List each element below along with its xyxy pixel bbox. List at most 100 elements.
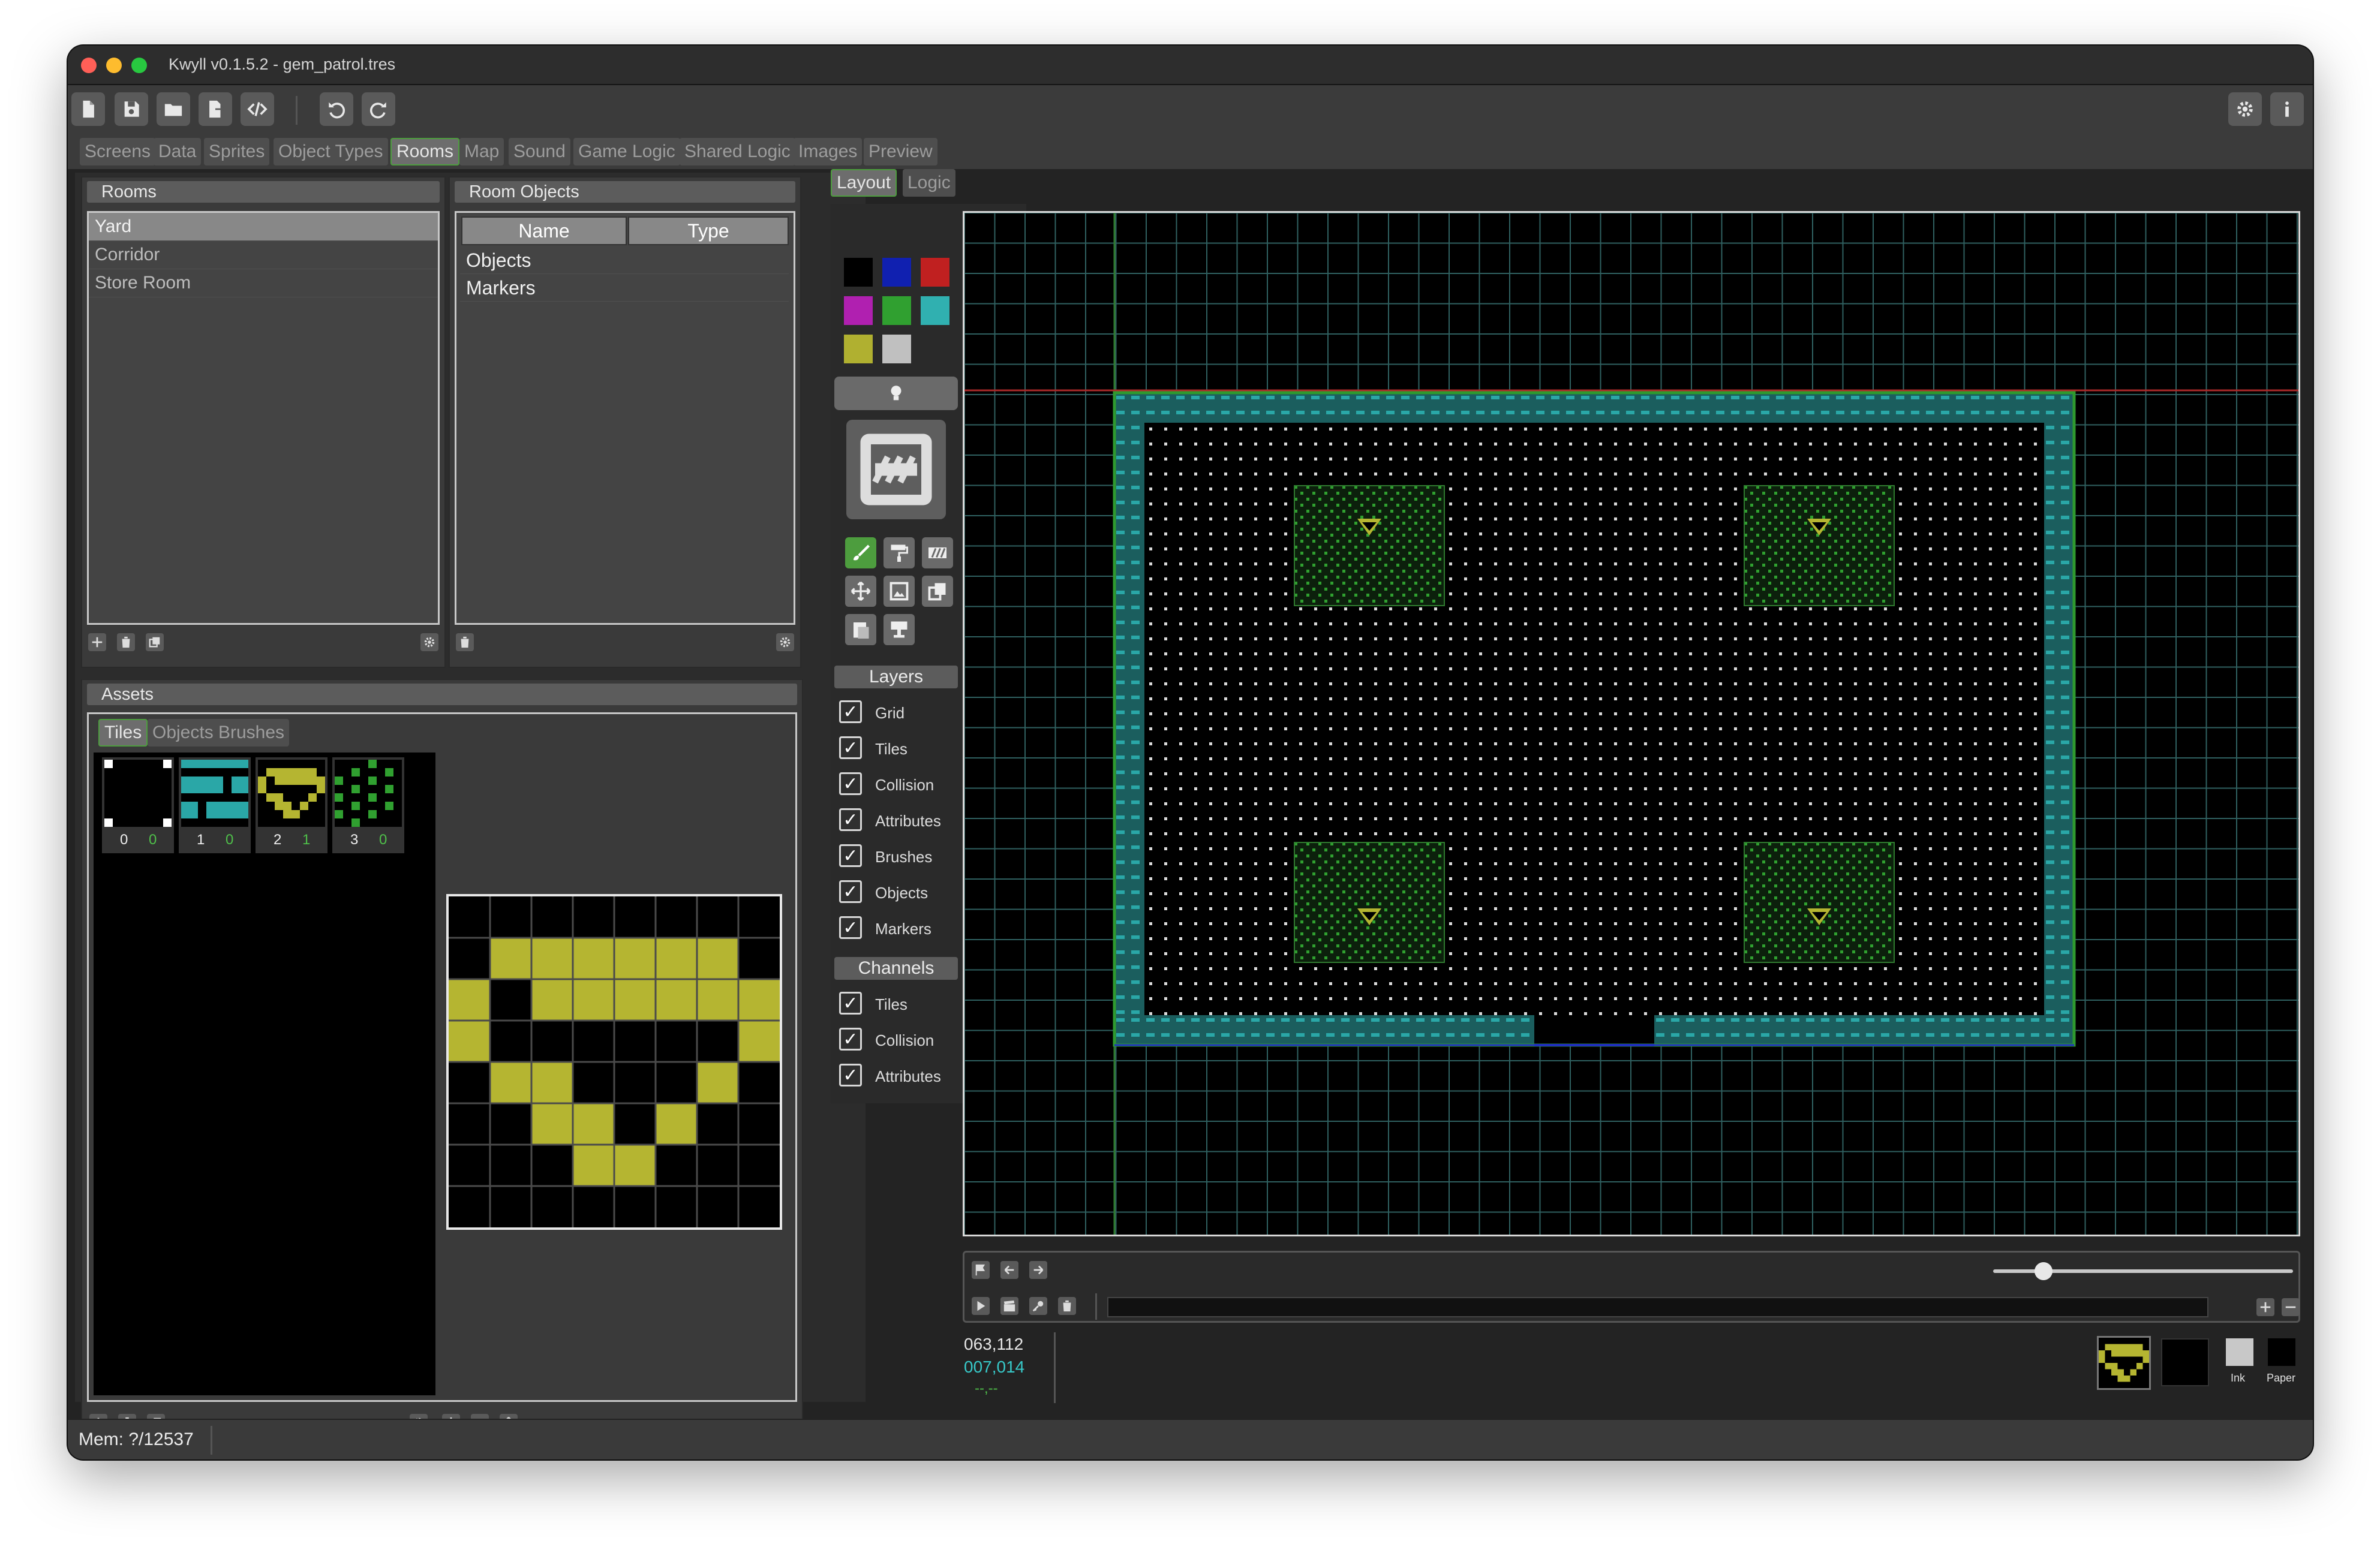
tab-object-types[interactable]: Object Types xyxy=(274,138,388,165)
next-button[interactable] xyxy=(1029,1261,1047,1279)
layer-grid-checkbox[interactable]: ✓ xyxy=(839,700,862,723)
fill-tool-button[interactable] xyxy=(884,537,915,568)
tile-item-1[interactable]: 1 0 xyxy=(179,757,251,853)
layer-markers-checkbox[interactable]: ✓ xyxy=(839,916,862,939)
duplicate-room-button[interactable] xyxy=(146,633,164,651)
palette-swatch-black[interactable] xyxy=(844,258,873,287)
room-canvas[interactable] xyxy=(963,211,2300,1236)
undo-button[interactable] xyxy=(320,92,353,126)
settings-button[interactable] xyxy=(2228,92,2262,126)
bright-toggle-button[interactable] xyxy=(834,377,958,410)
brush-preview[interactable] xyxy=(846,420,946,519)
ink-colour-swatch[interactable] xyxy=(2226,1338,2253,1366)
layer-tiles-checkbox[interactable]: ✓ xyxy=(839,736,862,759)
room-item-yard[interactable]: Yard xyxy=(89,213,438,241)
gem-tile-pixels[interactable] xyxy=(449,896,780,1227)
column-header-name[interactable]: Name xyxy=(461,216,627,245)
tab-map[interactable]: Map xyxy=(459,138,504,165)
palette-swatch-green[interactable] xyxy=(882,296,911,325)
palette-swatch-cyan[interactable] xyxy=(921,296,949,325)
tab-screens[interactable]: Screens xyxy=(80,138,156,165)
layer-collision-checkbox[interactable]: ✓ xyxy=(839,772,862,795)
wall-brick xyxy=(1836,1018,1844,1022)
play-button[interactable] xyxy=(972,1297,990,1315)
tab-preview[interactable]: Preview xyxy=(864,138,937,165)
tab-images[interactable]: Images xyxy=(794,138,863,165)
wall-brick xyxy=(1431,1033,1440,1037)
stamp-tool-button[interactable] xyxy=(922,537,953,568)
code-button[interactable] xyxy=(241,92,274,126)
channel-attributes-checkbox[interactable]: ✓ xyxy=(839,1064,862,1086)
timeline-track[interactable] xyxy=(1107,1297,2208,1317)
new-file-button[interactable] xyxy=(71,92,105,126)
assets-tab-objects[interactable]: Objects xyxy=(148,719,218,747)
minimize-window-button[interactable] xyxy=(106,58,122,73)
tab-sound[interactable]: Sound xyxy=(509,138,570,165)
close-window-button[interactable] xyxy=(81,58,97,73)
paste-tool-button[interactable] xyxy=(845,614,876,645)
layer-attributes-checkbox[interactable]: ✓ xyxy=(839,808,862,831)
tile-item-0[interactable]: 0 0 xyxy=(102,757,174,853)
palette-swatch-white[interactable] xyxy=(882,335,911,363)
channel-collision-checkbox[interactable]: ✓ xyxy=(839,1028,862,1051)
channel-tiles-checkbox[interactable]: ✓ xyxy=(839,992,862,1015)
room-item-store-room[interactable]: Store Room xyxy=(89,269,438,297)
key-button[interactable] xyxy=(1029,1297,1047,1315)
paper-colour-swatch[interactable] xyxy=(2268,1338,2295,1366)
palette-swatch-yellow[interactable] xyxy=(844,335,873,363)
previous-button[interactable] xyxy=(1000,1261,1018,1279)
paint-tool-button[interactable] xyxy=(845,537,876,568)
current-tile-preview[interactable] xyxy=(2097,1336,2151,1390)
tile-item-3[interactable]: 3 0 xyxy=(332,757,404,853)
zoom-slider-thumb[interactable] xyxy=(2035,1262,2053,1280)
tab-shared-logic[interactable]: Shared Logic xyxy=(680,138,795,165)
wall-brick xyxy=(2046,711,2054,714)
room-object-row-objects[interactable]: Objects xyxy=(460,246,789,274)
layer-brushes-checkbox[interactable]: ✓ xyxy=(839,844,862,867)
current-colour-preview[interactable] xyxy=(2161,1338,2209,1386)
tile-list[interactable]: 0 0 1 0 2 1 3 0 xyxy=(94,753,435,1395)
room-settings-button[interactable] xyxy=(420,633,438,651)
timeline-remove-button[interactable] xyxy=(2282,1298,2300,1316)
palette-swatch-blue[interactable] xyxy=(882,258,911,287)
tile-item-2[interactable]: 2 1 xyxy=(256,757,327,853)
select-tool-button[interactable] xyxy=(884,576,915,607)
flag-button[interactable] xyxy=(972,1261,990,1279)
open-button[interactable] xyxy=(157,92,190,126)
room-item-corridor[interactable]: Corridor xyxy=(89,241,438,269)
wall-brick xyxy=(1611,411,1619,414)
save-button[interactable] xyxy=(115,92,148,126)
info-button[interactable] xyxy=(2270,92,2304,126)
tab-game-logic[interactable]: Game Logic xyxy=(573,138,680,165)
tab-logic[interactable]: Logic xyxy=(903,169,955,197)
room-object-row-markers[interactable]: Markers xyxy=(460,274,789,302)
tile-pixel-editor[interactable] xyxy=(446,894,782,1230)
assets-tab-tiles[interactable]: Tiles xyxy=(98,719,148,747)
clapper-button[interactable] xyxy=(1000,1297,1018,1315)
palette-swatch-red[interactable] xyxy=(921,258,949,287)
room-object-settings-button[interactable] xyxy=(776,633,794,651)
stamp-brush-button[interactable] xyxy=(884,614,915,645)
zoom-window-button[interactable] xyxy=(131,58,147,73)
timeline-add-button[interactable] xyxy=(2256,1298,2274,1316)
room-objects-table[interactable]: Name Type Objects Markers xyxy=(455,211,795,625)
room-layout-map[interactable] xyxy=(964,212,2298,1235)
copy-tool-button[interactable] xyxy=(922,576,953,607)
rooms-list[interactable]: Yard Corridor Store Room xyxy=(87,211,440,625)
tab-layout[interactable]: Layout xyxy=(831,169,897,197)
palette-swatch-magenta[interactable] xyxy=(844,296,873,325)
tab-sprites[interactable]: Sprites xyxy=(204,138,270,165)
export-button[interactable] xyxy=(199,92,232,126)
move-tool-button[interactable] xyxy=(845,576,876,607)
column-header-type[interactable]: Type xyxy=(628,216,789,245)
tab-data[interactable]: Data xyxy=(154,138,202,165)
add-room-button[interactable] xyxy=(88,633,106,651)
wall-brick xyxy=(1281,396,1290,399)
assets-tab-brushes[interactable]: Brushes xyxy=(214,719,290,747)
layer-objects-checkbox[interactable]: ✓ xyxy=(839,880,862,903)
delete-keyframe-button[interactable] xyxy=(1058,1297,1076,1315)
delete-room-button[interactable] xyxy=(117,633,135,651)
redo-button[interactable] xyxy=(362,92,395,126)
tab-rooms[interactable]: Rooms xyxy=(390,138,460,165)
delete-room-object-button[interactable] xyxy=(456,633,474,651)
